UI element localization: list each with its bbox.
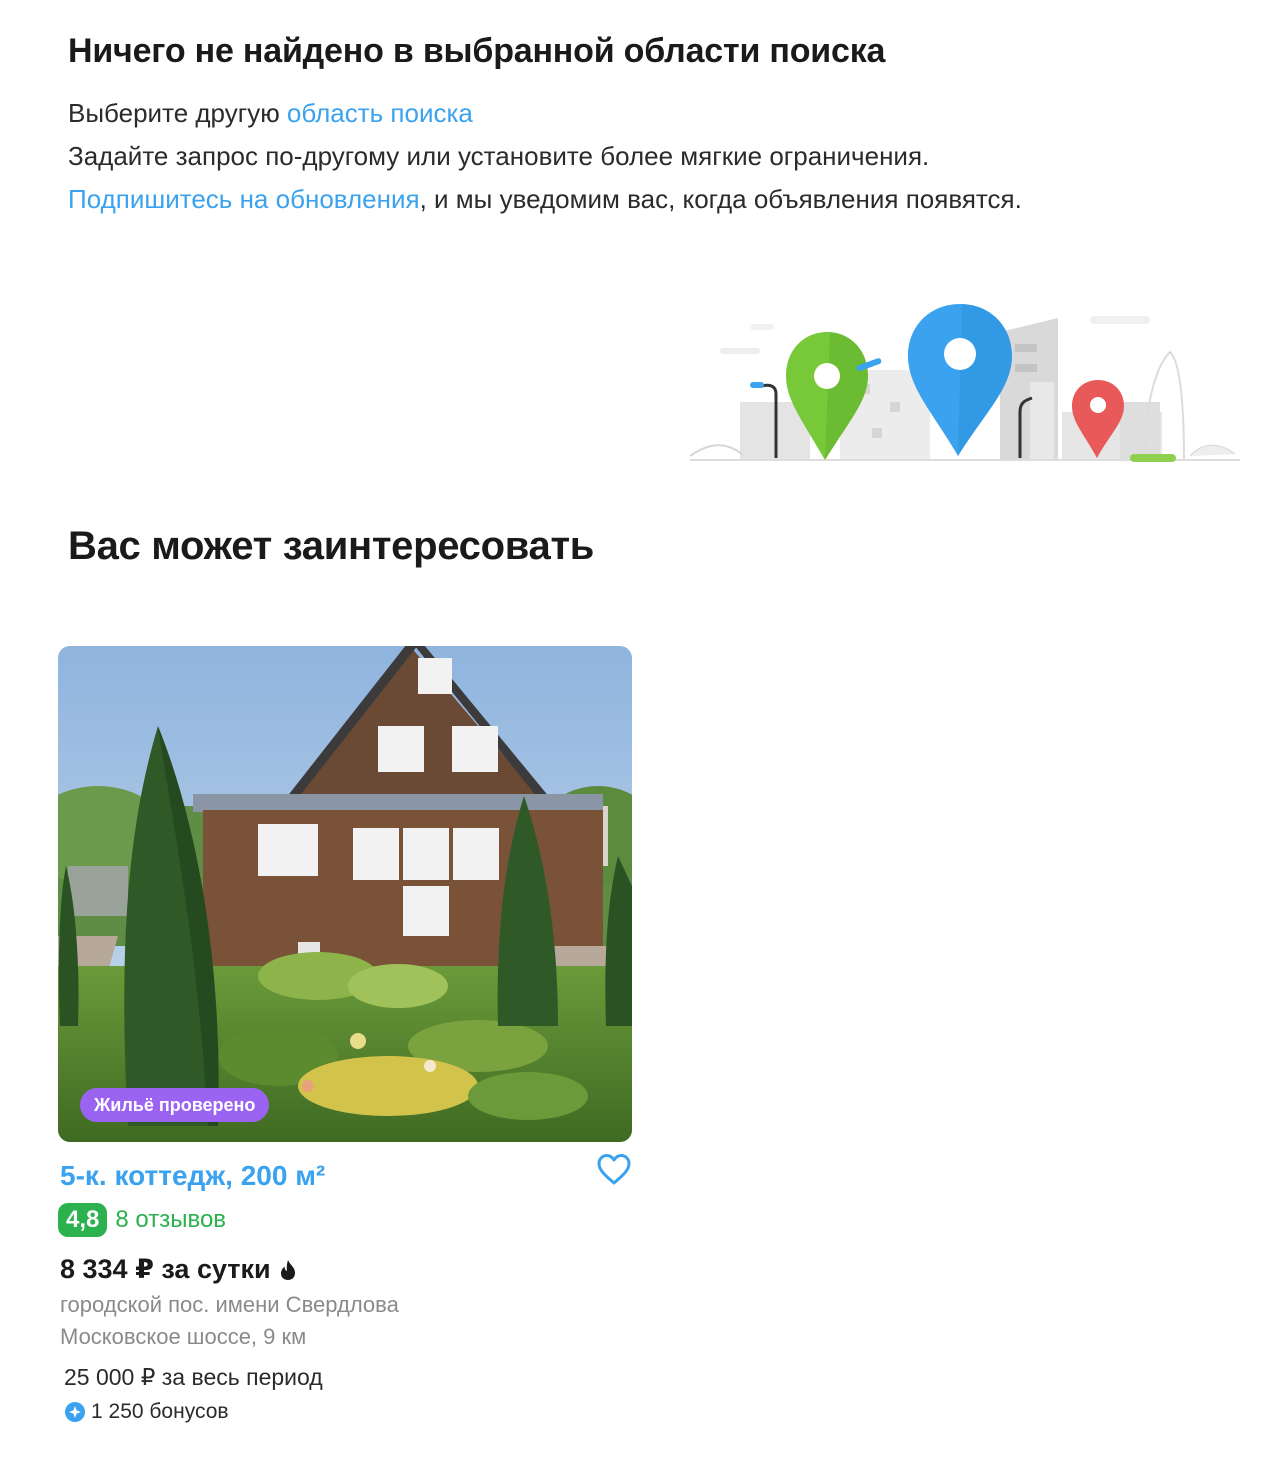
bonus-icon [65,1402,85,1422]
heart-icon[interactable] [596,1152,632,1188]
bonus-text: 1 250 бонусов [91,1400,229,1423]
bonus-row: 1 250 бонусов [64,1400,229,1424]
search-area-link[interactable]: область поиска [287,98,473,128]
price-text: 8 334 ₽ за сутки [60,1254,271,1284]
reviews-link[interactable]: 8 отзывов [115,1206,226,1234]
empty-state-hint-area: Выберите другую область поиска [68,98,473,129]
listing-highway-distance: Московское шоссе, 9 км [60,1324,307,1349]
rating-row: 4,8 8 отзывов [58,1202,226,1238]
listing-title-link[interactable]: 5-к. коттедж, 200 м² [60,1160,325,1192]
map-pins-illustration [690,304,1240,462]
subscribe-link[interactable]: Подпишитесь на обновления [68,184,420,214]
listing-photo[interactable]: Жильё проверено [58,646,632,1142]
hint-area-text: Выберите другую [68,98,287,128]
empty-state-hint-query: Задайте запрос по-другому или установите… [68,141,930,171]
verified-housing-badge: Жильё проверено [80,1088,270,1122]
total-price: 25 000 ₽ за весь период [64,1364,323,1390]
cottage-photo-image [58,646,632,1142]
empty-state-title: Ничего не найдено в выбранной области по… [68,32,886,70]
listing-card[interactable]: Жильё проверено 5-к. коттедж, 200 м² 4,8… [58,646,633,1446]
listing-locality: городской пос. имени Свердлова [60,1292,399,1317]
rating-badge: 4,8 [58,1203,108,1237]
price-per-day: 8 334 ₽ за сутки [60,1254,297,1285]
recommendations-title: Вас может заинтересовать [68,524,595,568]
fire-icon [280,1259,295,1280]
empty-state-hint-subscribe: Подпишитесь на обновления, и мы уведомим… [68,184,1022,215]
subscribe-hint-text: , и мы уведомим вас, когда объявления по… [419,184,1022,214]
